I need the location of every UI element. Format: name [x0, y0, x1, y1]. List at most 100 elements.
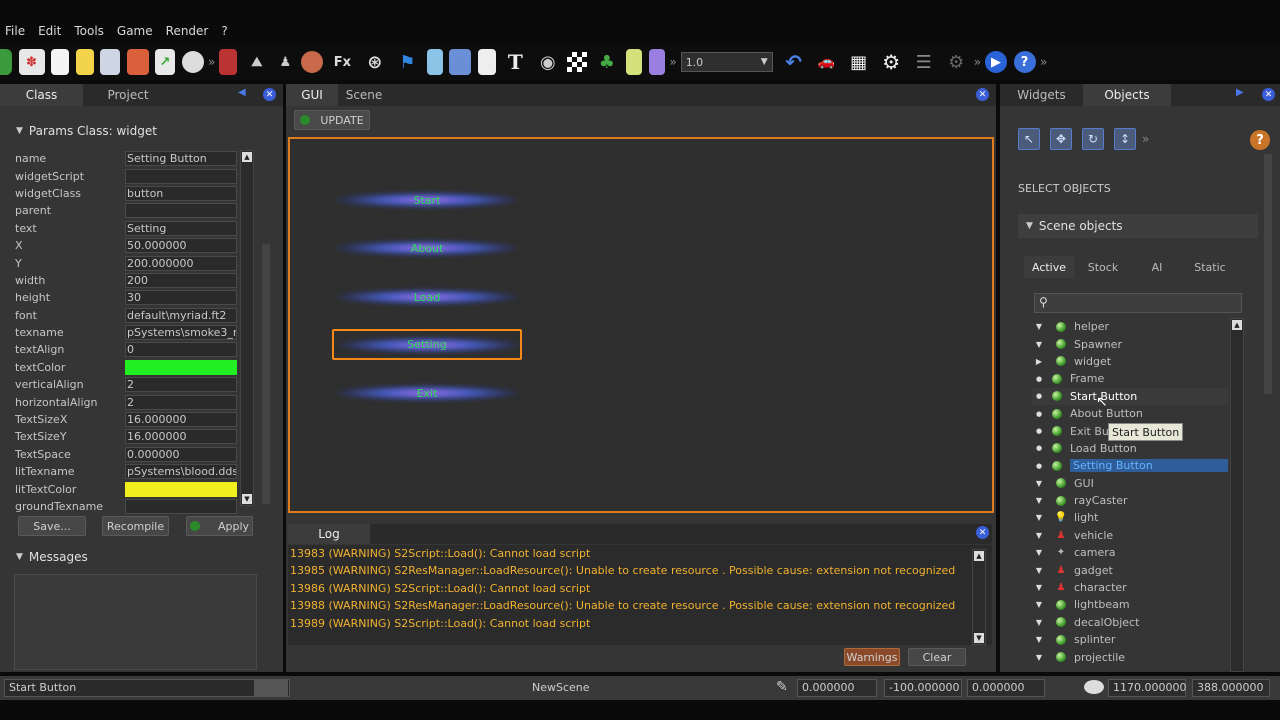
cube-icon[interactable]	[219, 49, 238, 75]
outer-scrollbar[interactable]	[262, 244, 270, 504]
pos-y-field[interactable]: -100.000000	[884, 679, 962, 697]
gui-setting-button[interactable]: Setting	[332, 329, 522, 360]
gui-about-button[interactable]: About	[336, 235, 518, 261]
param-value[interactable]: 200	[125, 272, 237, 288]
gui-load-button[interactable]: Load	[336, 284, 518, 310]
tab-scene[interactable]: Scene	[338, 84, 390, 106]
export-icon[interactable]: ↗	[155, 49, 175, 75]
play-icon[interactable]: ▶	[985, 51, 1008, 73]
toolbar-overflow-2[interactable]: »	[669, 55, 676, 69]
tab-gui[interactable]: GUI	[286, 84, 338, 106]
tree-item[interactable]: ▼ Spawner	[1032, 335, 1228, 352]
tree-expander-icon[interactable]: ▼	[1032, 583, 1046, 592]
tab-widgets[interactable]: Widgets	[1000, 84, 1083, 106]
sound-icon[interactable]: ◉	[535, 49, 561, 75]
apply-button[interactable]: Apply	[186, 516, 253, 536]
tree-item[interactable]: ● Start Button	[1032, 387, 1228, 405]
toolbar-overflow-3[interactable]: »	[974, 55, 981, 69]
param-value[interactable]	[125, 359, 237, 375]
res-height-field[interactable]: 388.000000	[1192, 679, 1270, 697]
param-value[interactable]: 2	[125, 377, 237, 393]
tree-item[interactable]: ▼ 💡 light	[1032, 509, 1228, 526]
tree-item[interactable]: ▼ projectile	[1032, 648, 1228, 665]
tree-expander-icon[interactable]: ▼	[1032, 653, 1046, 662]
tree-expander-icon[interactable]: ▶	[1032, 357, 1046, 366]
save-icon[interactable]	[100, 49, 120, 75]
param-value[interactable]: Setting	[125, 220, 237, 236]
param-value[interactable]: 0	[125, 342, 237, 358]
update-button[interactable]: UPDATE	[294, 110, 370, 130]
tree-expander-icon[interactable]: ▼	[1032, 479, 1046, 488]
close-icon[interactable]: ✕	[263, 88, 276, 101]
gui-exit-button[interactable]: Exit	[336, 380, 518, 406]
tree-item[interactable]: ▶ widget	[1032, 353, 1228, 370]
params-header[interactable]: ▼ Params Class: widget	[16, 124, 157, 138]
gui-start-button[interactable]: Start	[336, 187, 518, 213]
pos-x-field[interactable]: 0.000000	[797, 679, 877, 697]
toolbar-overflow-4[interactable]: »	[1040, 55, 1047, 69]
tree-item[interactable]: ● Setting Button	[1032, 457, 1228, 474]
checker-icon[interactable]	[567, 52, 588, 72]
scroll-down-icon[interactable]: ▼	[242, 494, 252, 504]
scale-icon[interactable]: ↕	[1114, 128, 1136, 150]
tree-expander-icon[interactable]: ▼	[1032, 618, 1046, 627]
tree-item[interactable]: ▼ ♟ character	[1032, 579, 1228, 596]
tree-expander-icon[interactable]: ▼	[1032, 496, 1046, 505]
right-arrow-icon[interactable]: ▶	[1236, 87, 1244, 98]
tab-log[interactable]: Log	[288, 524, 370, 544]
tab-class[interactable]: Class	[0, 84, 83, 106]
help-icon[interactable]: ?	[1013, 51, 1036, 73]
tree-icon[interactable]: ♣	[594, 49, 620, 75]
open-folder-icon[interactable]	[75, 49, 94, 75]
tree-item[interactable]: ● Load Button	[1032, 440, 1228, 457]
image-icon[interactable]	[126, 49, 149, 75]
tree-item[interactable]: ▼ decalObject	[1032, 614, 1228, 631]
tab-project[interactable]: Project	[83, 84, 173, 106]
tree-item[interactable]: ▼ GUI	[1032, 475, 1228, 492]
menu-edit[interactable]: Edit	[38, 24, 61, 38]
save-button[interactable]: Save...	[18, 516, 86, 536]
pos-z-field[interactable]: 0.000000	[967, 679, 1045, 697]
tree-item[interactable]: ● About Button	[1032, 405, 1228, 422]
toolbar-overflow-1[interactable]: »	[208, 55, 215, 69]
scroll-up-icon[interactable]: ▲	[242, 152, 252, 162]
param-value[interactable]	[125, 168, 237, 184]
new-file-icon[interactable]	[51, 49, 69, 75]
tree-scrollbar[interactable]: ▲	[1230, 318, 1244, 672]
menu-file[interactable]: File	[5, 24, 25, 38]
network-icon[interactable]	[449, 49, 472, 75]
rotate-icon[interactable]: ↻	[1082, 128, 1104, 150]
menu-render[interactable]: Render	[166, 24, 209, 38]
wheel-icon[interactable]: ⊛	[362, 49, 388, 75]
scroll-down-icon[interactable]: ▼	[974, 633, 984, 643]
tree-expander-icon[interactable]: ▼	[1032, 531, 1046, 540]
log-scrollbar[interactable]: ▲ ▼	[972, 549, 986, 645]
param-value[interactable]: Setting Button	[125, 151, 237, 167]
tree-item[interactable]: ▼ rayCaster	[1032, 492, 1228, 509]
text-tool-icon[interactable]: T	[502, 49, 528, 75]
tab-stock[interactable]: Stock	[1074, 256, 1132, 278]
undo-icon[interactable]: ↶	[781, 49, 807, 75]
tree-expander-icon[interactable]: ▼	[1032, 340, 1046, 349]
select-arrow-icon[interactable]: ↖	[1018, 128, 1040, 150]
move-icon[interactable]: ✥	[1050, 128, 1072, 150]
tree-item[interactable]: ▼ splinter	[1032, 631, 1228, 648]
tree-expander-icon[interactable]: ▼	[1032, 566, 1046, 575]
param-value[interactable]: 0.000000	[125, 446, 237, 462]
right-toolbar-overflow[interactable]: »	[1142, 132, 1149, 146]
close-icon[interactable]: ✕	[1262, 88, 1275, 101]
param-value[interactable]: pSystems\smoke3_n.	[125, 325, 237, 341]
res-width-field[interactable]: 1170.000000	[1108, 679, 1186, 697]
tree-expander-icon[interactable]: ▼	[1032, 513, 1046, 522]
menu-tools[interactable]: Tools	[74, 24, 104, 38]
messages-header[interactable]: ▼ Messages	[16, 550, 88, 564]
run-icon[interactable]	[0, 49, 12, 75]
sphere-icon[interactable]	[300, 51, 323, 73]
param-value[interactable]: 16.000000	[125, 429, 237, 445]
param-value[interactable]: pSystems\blood.dds	[125, 464, 237, 480]
param-value[interactable]: button	[125, 185, 237, 201]
script-icon[interactable]	[648, 49, 665, 75]
car-icon[interactable]: 🚗	[813, 49, 839, 75]
tree-item[interactable]: ▼ ♟ gadget	[1032, 561, 1228, 578]
tab-ai[interactable]: AI	[1132, 256, 1182, 278]
